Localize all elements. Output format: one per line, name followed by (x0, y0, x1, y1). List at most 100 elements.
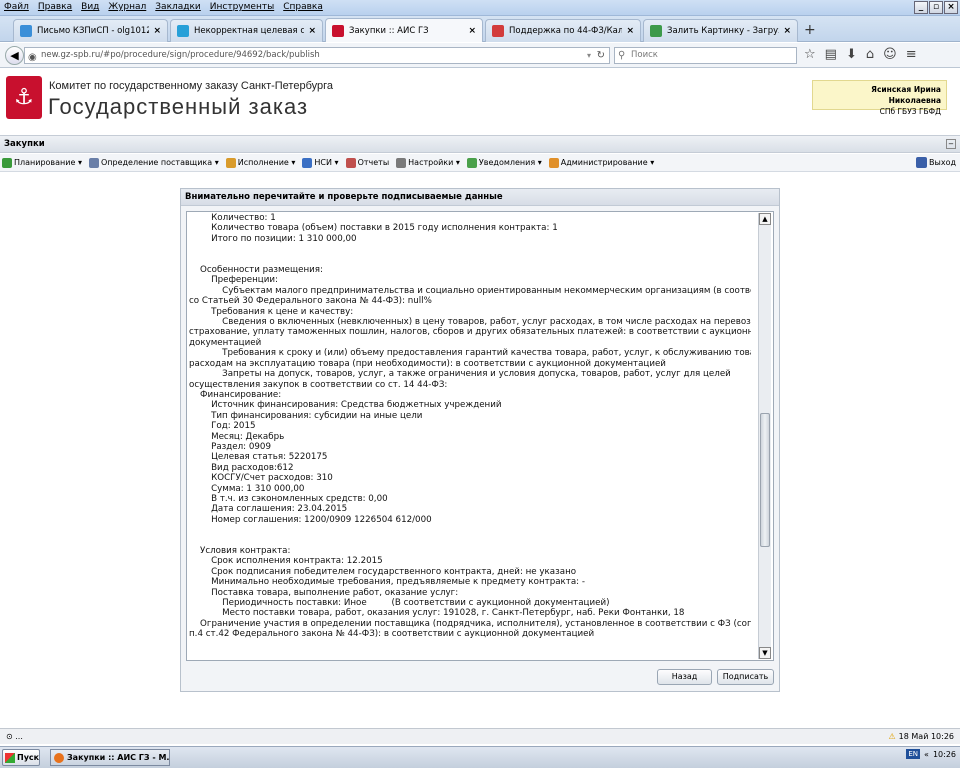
url-text: new.gz-spb.ru/#po/procedure/sign/procedu… (41, 50, 320, 60)
user-info: Ясинская Ирина Николаевна СПб ГБУЗ ГБФД (812, 80, 947, 116)
text-line: Преференции: (189, 275, 278, 286)
chat-icon[interactable]: ☺ (883, 47, 897, 62)
menu-item[interactable]: Файл (4, 2, 29, 12)
menu-item[interactable]: Справка (283, 2, 323, 12)
section-header: Закупки − (0, 135, 960, 153)
minimize-button[interactable]: _ (914, 1, 928, 14)
tab-label: Письмо КЗПиСП - olg1012@... (37, 26, 149, 36)
tab-close-icon[interactable]: × (783, 26, 791, 36)
toolbar-menu-item[interactable]: НСИ ▾ (302, 157, 339, 168)
text-line (189, 244, 751, 254)
menu-item[interactable]: Правка (38, 2, 72, 12)
tray-expand-icon[interactable]: « (924, 750, 929, 759)
text-line (189, 525, 751, 535)
navigation-bar: ◀ ◉ new.gz-spb.ru/#po/procedure/sign/pro… (0, 43, 960, 68)
tab-close-icon[interactable]: × (308, 26, 316, 36)
spb-emblem-logo: ⚓ (6, 76, 42, 119)
collapse-icon[interactable]: − (946, 139, 956, 149)
site-title: Государственный заказ (48, 94, 309, 119)
text-line: Сведения о включенных (невключенных) в ц… (189, 317, 751, 328)
start-button[interactable]: Пуск (2, 749, 40, 766)
text-line: В т.ч. из сэкономленных средств: 0,00 (189, 493, 388, 504)
tab-close-icon[interactable]: × (153, 26, 161, 36)
firefox-icon (54, 753, 64, 763)
taskbar-item-browser[interactable]: Закупки :: АИС ГЗ - М... (50, 749, 170, 766)
close-window-button[interactable]: × (944, 1, 958, 14)
browser-tab[interactable]: Некорректная целевая ста... × (170, 19, 323, 42)
user-name: Ясинская Ирина Николаевна (871, 85, 941, 105)
text-line: Количество: 1 (189, 213, 276, 223)
menu-item[interactable]: Закладки (155, 2, 201, 12)
tab-label: Поддержка по 44-ФЗ/Кальк... (509, 26, 622, 36)
back-button[interactable]: ◀ (5, 46, 24, 65)
text-line: Год: 2015 (189, 421, 256, 432)
browser-tab[interactable]: Залить Картинку - Загрузи... × (643, 19, 798, 42)
text-line: страхование, уплату таможенных пошлин, н… (189, 327, 751, 338)
browser-tab[interactable]: Письмо КЗПиСП - olg1012@... × (13, 19, 168, 42)
menu-item[interactable]: Журнал (108, 2, 146, 12)
toolbar-menu-item[interactable]: Исполнение ▾ (225, 157, 295, 168)
text-line: Раздел: 0909 (189, 441, 271, 452)
browser-toolbar-icons: ☆ ▤ ⬇ ⌂ ☺ ≡ (804, 47, 917, 62)
menu-icon[interactable]: ≡ (906, 47, 917, 62)
toolbar-menu-item[interactable]: Уведомления ▾ (466, 157, 542, 168)
vertical-scrollbar[interactable]: ▲ ▼ (758, 213, 771, 659)
back-dialog-button[interactable]: Назад (657, 669, 712, 685)
toolbar-item-icon (88, 157, 99, 168)
url-input[interactable]: ◉ new.gz-spb.ru/#po/procedure/sign/proce… (24, 47, 610, 64)
toolbar-menu-item[interactable]: Отчеты (345, 157, 389, 168)
text-line: Количество товара (объем) поставки в 201… (189, 223, 558, 234)
toolbar-menu-item[interactable]: Планирование ▾ (2, 157, 82, 168)
scroll-down-arrow-icon[interactable]: ▼ (759, 647, 771, 659)
search-icon: ⚲ (618, 50, 626, 61)
reload-icon[interactable]: ↻ (597, 48, 605, 63)
browser-tab[interactable]: Закупки :: АИС ГЗ × (325, 18, 483, 42)
home-icon[interactable]: ⌂ (866, 47, 874, 62)
menu-item[interactable]: Инструменты (210, 2, 274, 12)
new-tab-button[interactable]: + (804, 22, 816, 38)
text-line (189, 536, 751, 546)
main-toolbar: Планирование ▾ Определение поставщика ▾ Ис… (0, 154, 960, 172)
browser-tab[interactable]: Поддержка по 44-ФЗ/Кальк... × (485, 19, 641, 42)
sign-data-content[interactable]: Количество: 1 Количество товара (объем) … (186, 211, 774, 661)
bookmark-star-icon[interactable]: ☆ (804, 47, 816, 62)
dropdown-icon[interactable]: ▾ (587, 48, 591, 63)
text-line: Срок исполнения контракта: 12.2015 (189, 556, 383, 567)
text-line: Требования к сроку и (или) объему предос… (189, 348, 751, 359)
scroll-up-arrow-icon[interactable]: ▲ (759, 213, 771, 225)
restore-button[interactable]: ▫ (929, 1, 943, 14)
sign-button[interactable]: Подписать (717, 669, 774, 685)
text-line: Срок подписания победителем государствен… (189, 566, 577, 577)
text-line: Дата соглашения: 23.04.2015 (189, 504, 348, 515)
text-line: КОСГУ/Счет расходов: 310 (189, 473, 333, 484)
status-right: ⚠ 18 Май 10:26 (889, 729, 955, 744)
text-line: Условия контракта: (189, 546, 291, 556)
toolbar-item-icon (345, 157, 356, 168)
tab-favicon-icon (177, 25, 189, 37)
download-icon[interactable]: ⬇ (846, 47, 857, 62)
toolbar-menu-item[interactable]: Определение поставщика ▾ (88, 157, 219, 168)
status-datetime: 18 Май 10:26 (898, 732, 954, 741)
taskbar-item-label: Закупки :: АИС ГЗ - М... (67, 753, 170, 762)
scrollbar-thumb[interactable] (760, 413, 770, 547)
menu-item[interactable]: Вид (81, 2, 99, 12)
text-line: Субъектам малого предпринимательства и с… (189, 285, 751, 296)
windows-logo-icon (5, 753, 15, 763)
language-indicator[interactable]: EN (906, 749, 921, 759)
start-label: Пуск (17, 753, 40, 762)
text-line: Особенности размещения: (189, 265, 323, 276)
status-bar: ⊙ ... ⚠ 18 Май 10:26 (0, 728, 960, 744)
text-line (189, 640, 751, 650)
tab-close-icon[interactable]: × (626, 26, 634, 36)
toolbar-menu-item[interactable]: Настройки ▾ (396, 157, 460, 168)
tab-label: Закупки :: АИС ГЗ (349, 25, 429, 36)
text-line: документацией (189, 337, 262, 348)
tab-close-icon[interactable]: × (468, 26, 476, 36)
tab-favicon-icon (332, 24, 344, 37)
toolbar-menu-item[interactable]: Администрирование ▾ (548, 157, 654, 168)
text-line: Периодичность поставки: Иное (В соответс… (189, 598, 610, 609)
logout-button[interactable]: Выход (916, 157, 956, 168)
search-input[interactable]: ⚲ Поиск (614, 47, 797, 64)
bookmarks-icon[interactable]: ▤ (825, 47, 837, 62)
text-line: Требования к обеспечению: (189, 660, 751, 661)
